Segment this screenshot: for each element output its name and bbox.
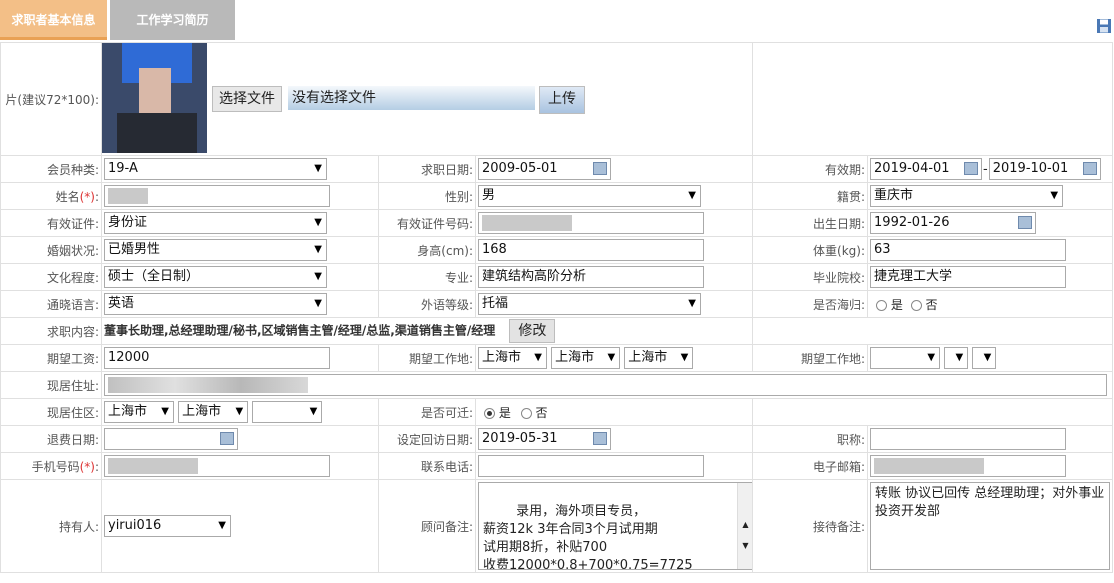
- birth-input[interactable]: 1992-01-26: [870, 212, 1037, 234]
- advisor-note-label: 顾问备注:: [378, 479, 476, 573]
- refund-date-label: 退费日期:: [0, 425, 102, 453]
- calendar-icon[interactable]: [220, 432, 234, 445]
- returnee-no-radio[interactable]: [910, 299, 922, 311]
- salary-input[interactable]: 12000: [104, 347, 330, 369]
- district-label: 现居住区:: [0, 398, 102, 426]
- language-select[interactable]: 英语 ▼: [104, 293, 327, 315]
- foreign-level-select[interactable]: 托福 ▼: [478, 293, 701, 315]
- work-place2-district-select[interactable]: ▼: [972, 347, 997, 369]
- education-select[interactable]: 硕士（全日制） ▼: [104, 266, 327, 288]
- work-place2-label: 期望工作地:: [752, 344, 869, 372]
- relocate-yes-radio[interactable]: [484, 407, 495, 419]
- id-type-select[interactable]: 身份证 ▼: [104, 212, 327, 234]
- relocate-no-radio[interactable]: [520, 407, 532, 419]
- revisit-date-input[interactable]: 2019-05-31: [478, 428, 611, 450]
- resume-form: 片(建议72*100): 选择文件 没有选择文件 上传 会员种类: 19-A ▼ …: [0, 42, 1114, 573]
- member-type-label: 会员种类:: [0, 155, 102, 183]
- valid-to-input[interactable]: 2019-10-01: [988, 158, 1101, 180]
- district-city-select[interactable]: 上海市 ▼: [178, 401, 249, 423]
- tab-work-resume[interactable]: 工作学习简历: [110, 0, 235, 40]
- work-place-district-select[interactable]: 上海市 ▼: [624, 347, 694, 369]
- language-label: 通晓语言:: [0, 290, 102, 318]
- upload-button[interactable]: 上传: [539, 86, 585, 114]
- weight-label: 体重(kg):: [752, 236, 869, 264]
- calendar-icon[interactable]: [1082, 162, 1097, 175]
- work-place2-city-select[interactable]: ▼: [944, 347, 969, 369]
- returnee-yes-radio[interactable]: [876, 299, 888, 311]
- school-label: 毕业院校:: [752, 263, 869, 291]
- district-province-select[interactable]: 上海市 ▼: [104, 401, 174, 423]
- marital-select[interactable]: 已婚男性 ▼: [104, 239, 327, 261]
- gender-label: 性别:: [378, 182, 476, 210]
- job-date-label: 求职日期:: [378, 155, 476, 183]
- height-input[interactable]: 168: [478, 239, 704, 261]
- native-select[interactable]: 重庆市 ▼: [870, 185, 1064, 207]
- district-area-select[interactable]: ▼: [252, 401, 323, 423]
- relocate-yes-text: 是: [498, 405, 511, 420]
- work-place2-province-select[interactable]: ▼: [870, 347, 941, 369]
- phone-label: 联系电话:: [378, 452, 476, 480]
- save-icon[interactable]: [1096, 18, 1112, 34]
- calendar-icon[interactable]: [1018, 216, 1033, 229]
- salary-label: 期望工资:: [0, 344, 102, 372]
- calendar-icon[interactable]: [964, 162, 979, 175]
- calendar-icon[interactable]: [593, 162, 607, 175]
- weight-input[interactable]: 63: [870, 239, 1067, 261]
- job-date-input[interactable]: 2009-05-01: [478, 158, 611, 180]
- scrollbar[interactable]: ▲ ▼: [737, 483, 752, 569]
- calendar-icon[interactable]: [593, 432, 607, 445]
- owner-select[interactable]: yirui016 ▼: [104, 515, 231, 537]
- job-content-label: 求职内容:: [0, 317, 102, 345]
- refund-date-input[interactable]: [104, 428, 238, 450]
- mobile-label: 手机号码(*):: [0, 452, 102, 480]
- address-input[interactable]: [104, 374, 1107, 396]
- title-input[interactable]: [870, 428, 1067, 450]
- valid-from-input[interactable]: 2019-04-01: [870, 158, 983, 180]
- title-label: 职称:: [752, 425, 869, 453]
- name-input[interactable]: [104, 185, 330, 207]
- address-label: 现居住址:: [0, 371, 102, 399]
- work-place-label: 期望工作地:: [378, 344, 476, 372]
- major-input[interactable]: 建筑结构高阶分析: [478, 266, 704, 288]
- foreign-level-label: 外语等级:: [378, 290, 476, 318]
- email-input[interactable]: [870, 455, 1067, 477]
- owner-label: 持有人:: [0, 479, 102, 573]
- returnee-yes-text: 是: [890, 297, 903, 312]
- reception-note-textarea[interactable]: 转账 协议已回传 总经理助理；对外事业投资开发部: [870, 482, 1111, 570]
- birth-label: 出生日期:: [752, 209, 869, 237]
- school-input[interactable]: 捷克理工大学: [870, 266, 1067, 288]
- returnee-no-text: 否: [925, 297, 938, 312]
- choose-file-button[interactable]: 选择文件: [212, 86, 282, 112]
- email-label: 电子邮箱:: [752, 452, 869, 480]
- native-label: 籍贯:: [752, 182, 869, 210]
- gender-select[interactable]: 男 ▼: [478, 185, 701, 207]
- id-no-label: 有效证件号码:: [378, 209, 476, 237]
- id-no-input[interactable]: [478, 212, 704, 234]
- edit-job-content-button[interactable]: 修改: [509, 319, 556, 343]
- height-label: 身高(cm):: [378, 236, 476, 264]
- photo-label: 片(建议72*100):: [0, 42, 102, 156]
- tab-basic-info[interactable]: 求职者基本信息: [0, 0, 107, 40]
- id-type-label: 有效证件:: [0, 209, 102, 237]
- valid-label: 有效期:: [752, 155, 869, 183]
- work-place-province-select[interactable]: 上海市 ▼: [478, 347, 547, 369]
- relocate-no-text: 否: [535, 405, 548, 420]
- valid-separator: -: [983, 161, 988, 177]
- reception-note-label: 接待备注:: [752, 479, 869, 573]
- marital-label: 婚姻状况:: [0, 236, 102, 264]
- education-label: 文化程度:: [0, 263, 102, 291]
- no-file-text: 没有选择文件: [288, 86, 535, 110]
- mobile-input[interactable]: [104, 455, 330, 477]
- relocate-label: 是否可迁:: [378, 398, 476, 426]
- phone-input[interactable]: [478, 455, 704, 477]
- avatar: [102, 43, 207, 153]
- returnee-label: 是否海归:: [752, 290, 869, 318]
- name-label: 姓名(*):: [0, 182, 102, 210]
- work-place-city-select[interactable]: 上海市 ▼: [551, 347, 621, 369]
- job-content-text: 董事长助理,总经理助理/秘书,区域销售主管/经理/总监,渠道销售主管/经理: [104, 323, 496, 338]
- advisor-note-textarea[interactable]: 录用，海外项目专员， 薪资12k 3年合同3个月试用期 试用期8折，补贴700 …: [478, 482, 752, 570]
- member-type-select[interactable]: 19-A ▼: [104, 158, 327, 180]
- revisit-date-label: 设定回访日期:: [378, 425, 476, 453]
- major-label: 专业:: [378, 263, 476, 291]
